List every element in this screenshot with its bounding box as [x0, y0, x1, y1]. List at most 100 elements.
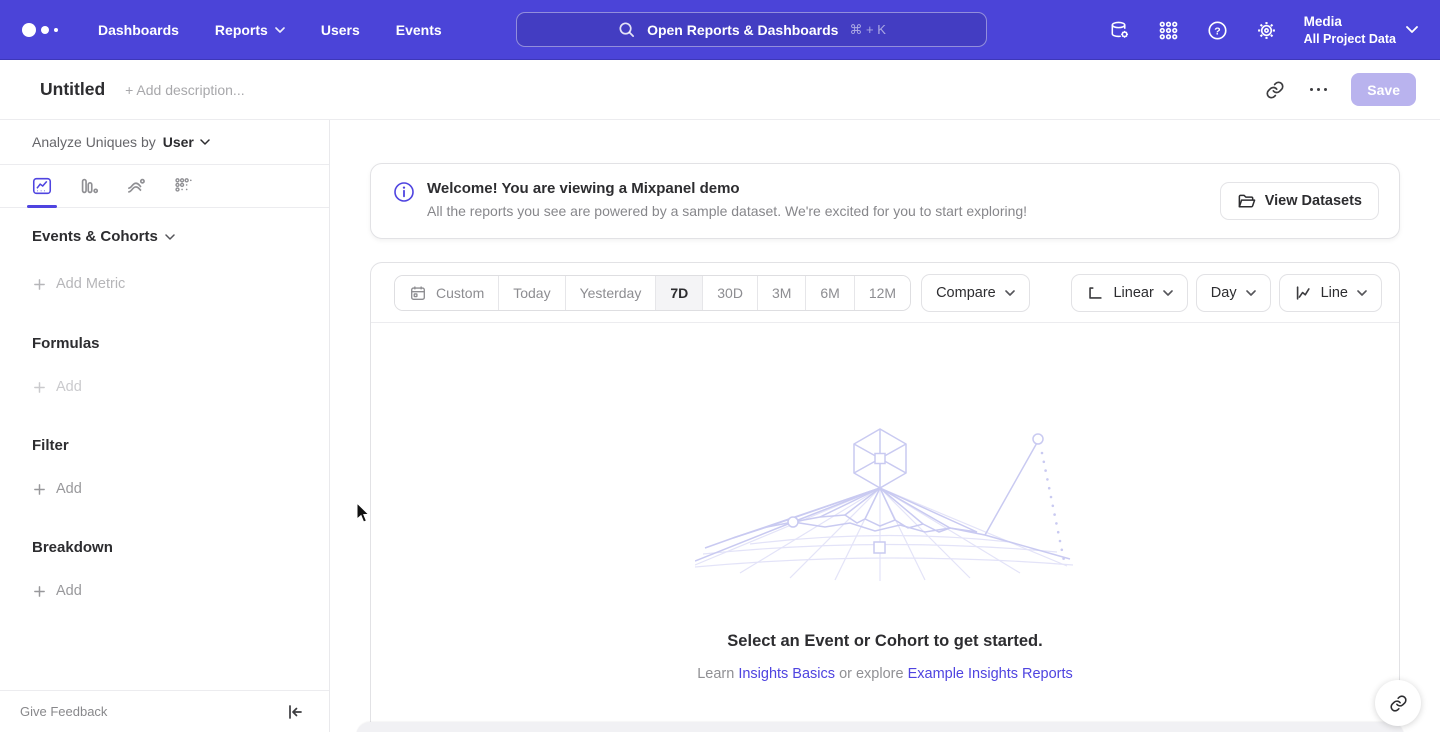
info-icon — [393, 181, 415, 203]
nav-events[interactable]: Events — [396, 22, 442, 38]
interval-label: Day — [1211, 285, 1237, 301]
interval-dropdown[interactable]: Day — [1196, 274, 1271, 312]
chevron-down-icon — [1163, 290, 1173, 296]
range-yesterday[interactable]: Yesterday — [565, 276, 656, 310]
range-6m[interactable]: 6M — [805, 276, 853, 310]
compare-label: Compare — [936, 285, 996, 301]
bottom-panel-edge — [356, 722, 1404, 732]
add-metric-label: Add Metric — [56, 276, 125, 292]
welcome-banner: Welcome! You are viewing a Mixpanel demo… — [370, 163, 1400, 239]
nav-right-cluster: ? Media All Project Data — [1108, 0, 1418, 60]
sidebar-footer: Give Feedback — [0, 690, 329, 732]
range-today[interactable]: Today — [498, 276, 564, 310]
copy-link-icon[interactable] — [1264, 79, 1286, 101]
range-7d-label: 7D — [670, 285, 688, 301]
range-3m[interactable]: 3M — [757, 276, 805, 310]
save-button[interactable]: Save — [1351, 73, 1416, 106]
share-link-fab[interactable] — [1375, 680, 1421, 726]
nav-events-label: Events — [396, 22, 442, 38]
analyze-prefix-label: Analyze Uniques by — [32, 134, 156, 150]
nav-reports[interactable]: Reports — [215, 22, 285, 38]
report-title[interactable]: Untitled — [40, 79, 105, 100]
report-header: Untitled + Add description... Save — [0, 60, 1440, 120]
insights-basics-link[interactable]: Insights Basics — [738, 666, 835, 682]
breakdown-label: Breakdown — [32, 539, 113, 556]
global-search-button[interactable]: Open Reports & Dashboards ⌘ + K — [516, 12, 987, 47]
hint-middle: or explore — [839, 666, 903, 682]
events-cohorts-label: Events & Cohorts — [32, 228, 158, 245]
tab-flows[interactable] — [124, 174, 148, 198]
analyze-value-dropdown[interactable]: User — [163, 134, 210, 150]
range-12m[interactable]: 12M — [854, 276, 910, 310]
report-type-tabs — [0, 165, 329, 208]
events-cohorts-section-header[interactable]: Events & Cohorts — [0, 228, 329, 245]
data-management-icon[interactable] — [1108, 18, 1132, 42]
flow-curves-icon — [125, 175, 147, 197]
add-filter-label: Add — [56, 481, 82, 497]
mixpanel-insights-screen: Dashboards Reports Users Events Open Rep… — [0, 0, 1440, 732]
top-nav: Dashboards Reports Users Events Open Rep… — [0, 0, 1440, 60]
plus-icon — [33, 483, 46, 496]
nav-reports-label: Reports — [215, 22, 268, 38]
plus-icon — [33, 381, 46, 394]
compare-dropdown[interactable]: Compare — [921, 274, 1030, 312]
add-breakdown-button[interactable]: Add — [0, 583, 329, 599]
main-content: Welcome! You are viewing a Mixpanel demo… — [330, 120, 1440, 732]
range-today-label: Today — [513, 285, 550, 301]
folder-icon — [1237, 192, 1256, 211]
range-6m-label: 6M — [820, 285, 839, 301]
chevron-down-icon — [200, 139, 210, 145]
welcome-subtitle: All the reports you see are powered by a… — [427, 203, 1027, 219]
nav-users[interactable]: Users — [321, 22, 360, 38]
tab-retention[interactable] — [171, 174, 195, 198]
nav-dashboards[interactable]: Dashboards — [98, 22, 179, 38]
project-switcher[interactable]: Media All Project Data — [1304, 13, 1418, 47]
add-filter-button[interactable]: Add — [0, 481, 329, 497]
empty-state-hint: Learn Insights Basics or explore Example… — [371, 666, 1399, 682]
plus-icon — [33, 278, 46, 291]
nav-dashboards-label: Dashboards — [98, 22, 179, 38]
calendar-icon — [409, 284, 427, 302]
analyze-value-label: User — [163, 134, 194, 150]
report-description-placeholder[interactable]: + Add description... — [125, 82, 244, 98]
add-metric-button[interactable]: Add Metric — [0, 276, 329, 292]
settings-gear-icon[interactable] — [1255, 18, 1279, 42]
range-custom[interactable]: Custom — [395, 276, 498, 310]
chart-display-controls: Linear Day Line — [1071, 274, 1382, 312]
collapse-sidebar-icon[interactable] — [285, 702, 305, 722]
add-formula-button[interactable]: Add — [0, 379, 329, 395]
give-feedback-link[interactable]: Give Feedback — [20, 704, 107, 719]
range-3m-label: 3M — [772, 285, 791, 301]
tab-funnels[interactable] — [77, 174, 101, 198]
filter-label: Filter — [32, 437, 69, 454]
line-chart-icon — [1294, 284, 1312, 302]
chevron-down-icon — [1246, 290, 1256, 296]
chevron-down-icon — [165, 234, 175, 240]
help-icon[interactable]: ? — [1206, 18, 1230, 42]
report-header-actions: Save — [1264, 73, 1416, 106]
search-label: Open Reports & Dashboards — [647, 22, 838, 38]
range-30d[interactable]: 30D — [702, 276, 757, 310]
chart-type-dropdown[interactable]: Line — [1279, 274, 1382, 312]
view-datasets-label: View Datasets — [1265, 193, 1362, 209]
insights-chart-icon — [31, 175, 53, 197]
welcome-title: Welcome! You are viewing a Mixpanel demo — [427, 180, 1027, 197]
plus-icon — [33, 585, 46, 598]
link-icon — [1389, 694, 1408, 713]
hint-prefix: Learn — [697, 666, 734, 682]
scale-dropdown[interactable]: Linear — [1071, 274, 1187, 312]
tab-insights[interactable] — [30, 174, 54, 198]
example-reports-link[interactable]: Example Insights Reports — [908, 666, 1073, 682]
insights-chart-card: Custom Today Yesterday 7D 30D 3M 6M 12M … — [370, 262, 1400, 732]
chevron-down-icon — [275, 27, 285, 33]
range-7d[interactable]: 7D — [655, 276, 702, 310]
mixpanel-logo-icon[interactable] — [22, 23, 58, 37]
view-datasets-button[interactable]: View Datasets — [1220, 182, 1379, 220]
bar-chart-icon — [78, 175, 100, 197]
apps-grid-icon[interactable] — [1157, 18, 1181, 42]
linear-axes-icon — [1086, 284, 1104, 302]
more-options-icon[interactable] — [1308, 84, 1330, 96]
welcome-banner-text: Welcome! You are viewing a Mixpanel demo… — [427, 180, 1027, 219]
search-icon — [617, 20, 636, 39]
range-yesterday-label: Yesterday — [580, 285, 642, 301]
